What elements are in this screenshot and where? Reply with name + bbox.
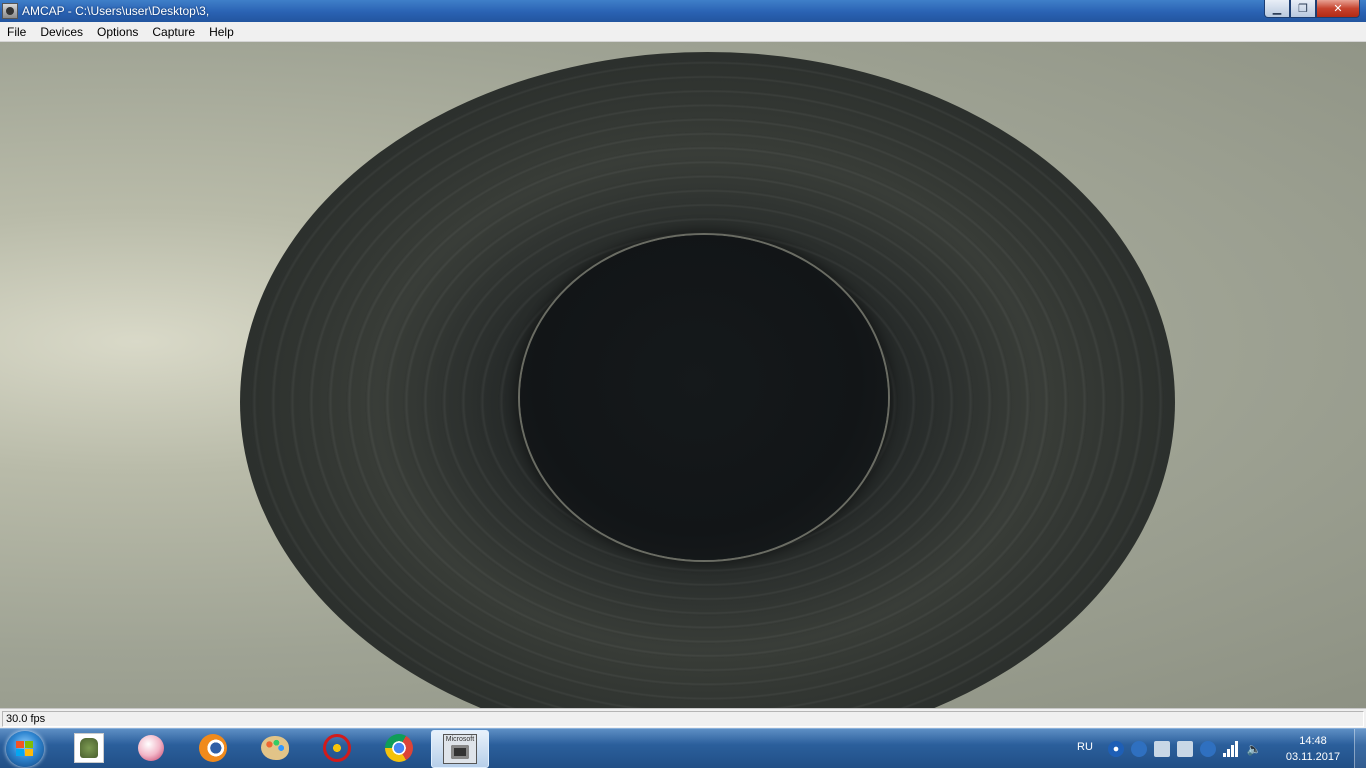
menu-devices[interactable]: Devices <box>33 22 90 42</box>
clock-time: 14:48 <box>1299 735 1327 747</box>
kompas-icon <box>323 734 351 762</box>
minimize-button[interactable]: ▁ <box>1264 0 1290 18</box>
amcap-window-icon[interactable] <box>2 3 18 19</box>
show-desktop-button[interactable] <box>1354 729 1366 768</box>
windows-logo-icon <box>16 741 34 757</box>
balloon-app-icon <box>138 735 164 761</box>
menu-file[interactable]: File <box>0 22 33 42</box>
amcap-icon: Microsoft <box>443 734 477 764</box>
signal-strength-icon[interactable] <box>1223 741 1239 757</box>
menu-options[interactable]: Options <box>90 22 145 42</box>
camera-preview <box>0 42 1366 708</box>
language-indicator[interactable]: RU <box>1077 741 1093 753</box>
taskbar-balloon-app[interactable] <box>135 732 167 764</box>
system-clock[interactable]: 14:48 03.11.2017 <box>1278 733 1348 765</box>
pcb-app-icon <box>74 733 104 763</box>
action-center-flag-icon[interactable] <box>1177 741 1193 757</box>
status-bar: 30.0 fps <box>0 708 1366 728</box>
taskbar: Microsoft RU 🔈 14:48 03.11.2017 <box>0 728 1366 768</box>
preview-center-hole <box>520 235 888 560</box>
taskbar-chrome[interactable] <box>383 732 415 764</box>
close-button[interactable]: ✕ <box>1316 0 1360 18</box>
system-tray: 🔈 <box>1108 739 1262 759</box>
chrome-icon <box>385 734 413 762</box>
taskbar-pcb-app[interactable] <box>73 732 105 764</box>
taskbar-kompas[interactable] <box>321 732 353 764</box>
volume-icon[interactable]: 🔈 <box>1246 741 1262 757</box>
fps-readout: 30.0 fps <box>2 711 1364 727</box>
battery-icon[interactable] <box>1200 741 1216 757</box>
taskbar-blender[interactable] <box>197 732 229 764</box>
clock-date: 03.11.2017 <box>1285 751 1341 763</box>
taskbar-amcap[interactable]: Microsoft <box>431 730 489 768</box>
network-disconnected-icon[interactable] <box>1154 741 1170 757</box>
power-manager-icon[interactable] <box>1131 741 1147 757</box>
menu-bar: File Devices Options Capture Help <box>0 22 1366 42</box>
menu-help[interactable]: Help <box>202 22 241 42</box>
window-title: AMCAP - C:\Users\user\Desktop\3, <box>22 4 210 18</box>
maximize-button[interactable]: ❐ <box>1290 0 1316 18</box>
window-controls: ▁ ❐ ✕ <box>1264 0 1360 18</box>
taskbar-paint[interactable] <box>259 732 291 764</box>
blender-icon <box>199 734 227 762</box>
title-bar[interactable]: AMCAP - C:\Users\user\Desktop\3, ▁ ❐ ✕ <box>0 0 1366 22</box>
paint-palette-icon <box>261 736 289 760</box>
start-button[interactable] <box>6 731 44 767</box>
bluetooth-icon[interactable] <box>1108 741 1124 757</box>
menu-capture[interactable]: Capture <box>145 22 202 42</box>
